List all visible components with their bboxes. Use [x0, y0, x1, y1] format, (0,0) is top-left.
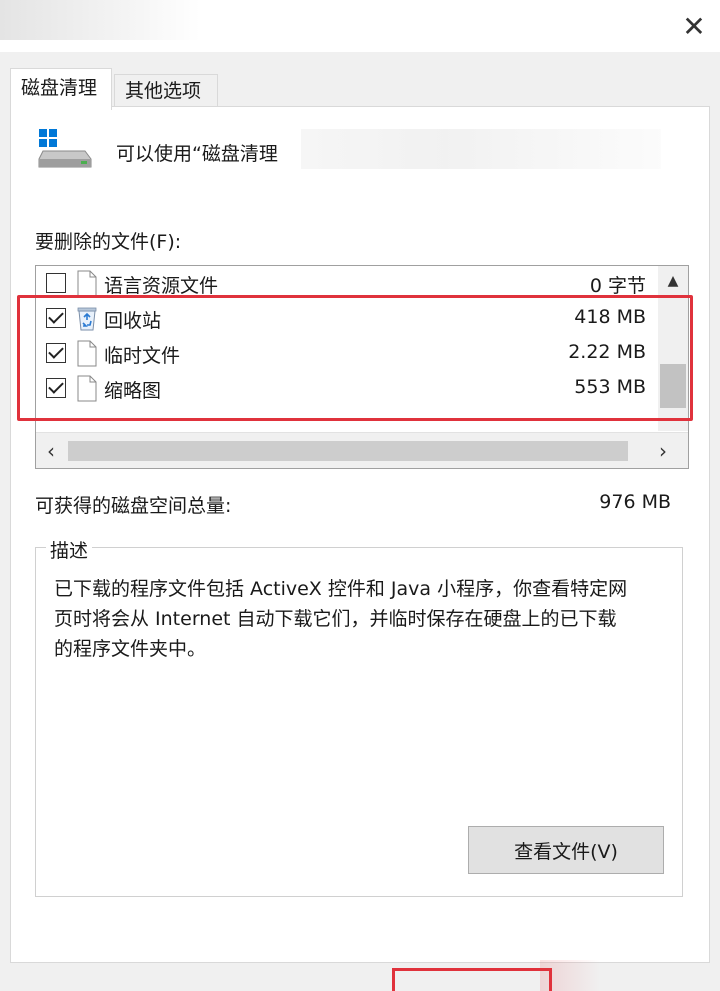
item-name: 缩略图	[104, 380, 162, 402]
title-text-blurred	[0, 0, 200, 40]
file-icon	[77, 270, 97, 297]
horizontal-scrollbar[interactable]: ‹ ›	[36, 432, 688, 468]
file-list[interactable]: 语言资源文件 0 字节 回收站 418 MB 临时文件 2.22 MB 缩略图 …	[35, 265, 689, 469]
files-to-delete-label: 要删除的文件(F):	[35, 231, 182, 253]
tab-disk-cleanup[interactable]: 磁盘清理	[10, 68, 112, 110]
bottom-blurred-area	[540, 960, 600, 991]
tab-more-options[interactable]: 其他选项	[114, 74, 218, 110]
description-line: 已下载的程序文件包括 ActiveX 控件和 Java 小程序，你查看特定网	[54, 578, 628, 600]
bottom-highlight-annotation	[392, 968, 552, 991]
header-text-blurred	[301, 129, 661, 169]
checkbox[interactable]	[46, 343, 66, 363]
description-text: 已下载的程序文件包括 ActiveX 控件和 Java 小程序，你查看特定网 页…	[54, 574, 674, 664]
file-icon	[77, 375, 97, 402]
view-files-button[interactable]: 查看文件(V)	[468, 826, 664, 874]
description-legend: 描述	[46, 536, 93, 563]
description-group: 描述 已下载的程序文件包括 ActiveX 控件和 Java 小程序，你查看特定…	[35, 536, 683, 897]
scroll-left-icon[interactable]: ‹	[36, 433, 66, 468]
item-name: 回收站	[104, 310, 162, 332]
item-size: 553 MB	[574, 376, 646, 398]
item-size: 418 MB	[574, 306, 646, 328]
scroll-right-icon[interactable]: ›	[648, 433, 678, 468]
checkbox[interactable]	[46, 273, 66, 293]
title-bar: ✕	[0, 0, 720, 52]
description-line: 的程序文件夹中。	[54, 638, 207, 660]
checkbox[interactable]	[46, 378, 66, 398]
description-line: 页时将会从 Internet 自动下载它们，并临时保存在硬盘上的已下载	[54, 608, 617, 630]
drive-icon	[38, 129, 92, 168]
file-icon	[77, 340, 97, 367]
checkbox[interactable]	[46, 308, 66, 328]
item-size: 0 字节	[589, 275, 646, 297]
tab-panel: 可以使用“磁盘清理 要删除的文件(F): 语言资源文件 0 字节 回收站 418…	[10, 106, 710, 963]
list-item[interactable]: 临时文件 2.22 MB	[36, 336, 656, 371]
close-button[interactable]: ✕	[670, 6, 718, 46]
list-item[interactable]: 语言资源文件 0 字节	[36, 266, 656, 301]
total-space-value: 976 MB	[599, 491, 671, 513]
list-item[interactable]: 缩略图 553 MB	[36, 371, 656, 406]
scroll-up-icon[interactable]: ▲	[658, 266, 688, 296]
item-size: 2.22 MB	[568, 341, 646, 363]
vertical-scroll-thumb[interactable]	[660, 364, 686, 408]
header-text: 可以使用“磁盘清理	[116, 143, 278, 165]
recycle-bin-icon	[77, 307, 97, 331]
vertical-scrollbar[interactable]: ▲	[658, 266, 688, 431]
item-name: 语言资源文件	[104, 275, 219, 297]
total-space-label: 可获得的磁盘空间总量:	[35, 495, 232, 517]
list-item[interactable]: 回收站 418 MB	[36, 301, 656, 336]
item-name: 临时文件	[104, 345, 181, 367]
horizontal-scroll-thumb[interactable]	[68, 441, 628, 461]
